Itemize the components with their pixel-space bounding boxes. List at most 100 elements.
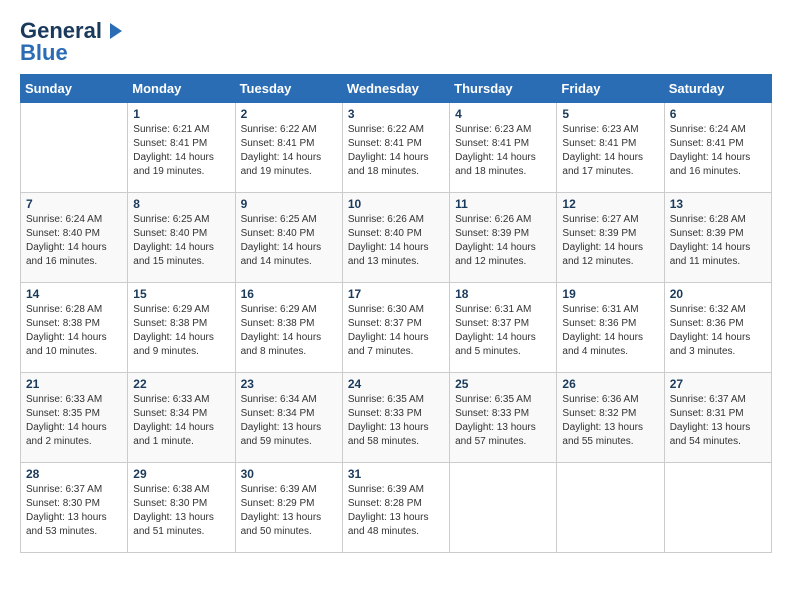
day-number: 30 <box>241 467 337 481</box>
cell-info: Sunrise: 6:35 AMSunset: 8:33 PMDaylight:… <box>455 393 551 449</box>
cell-info: Sunrise: 6:22 AMSunset: 8:41 PMDaylight:… <box>348 123 444 179</box>
cell-info: Sunrise: 6:22 AMSunset: 8:41 PMDaylight:… <box>241 123 337 179</box>
day-number: 23 <box>241 377 337 391</box>
logo-text-blue: Blue <box>20 42 68 64</box>
calendar-cell: 19Sunrise: 6:31 AMSunset: 8:36 PMDayligh… <box>557 283 664 373</box>
calendar-cell: 13 Sunrise: 6:28 AMSunset: 8:39 PMDayligh… <box>664 193 771 283</box>
day-number: 25 <box>455 377 551 391</box>
cell-info: Sunrise: 6:39 AMSunset: 8:28 PMDaylight:… <box>348 483 444 539</box>
column-header-friday: Friday <box>557 75 664 103</box>
cell-info: Sunrise: 6:29 AMSunset: 8:38 PMDaylight:… <box>133 303 229 359</box>
day-number: 26 <box>562 377 658 391</box>
cell-info: Sunrise: 6:26 AMSunset: 8:40 PMDaylight:… <box>348 213 444 269</box>
calendar-cell: 4 Sunrise: 6:23 AMSunset: 8:41 PMDaylight… <box>450 103 557 193</box>
calendar-cell: 31 Sunrise: 6:39 AMSunset: 8:28 PMDayligh… <box>342 463 449 553</box>
logo-triangle-icon <box>102 21 122 41</box>
page-header: General Blue <box>20 20 772 64</box>
day-number: 13 <box>670 197 766 211</box>
calendar-cell: 8 Sunrise: 6:25 AMSunset: 8:40 PMDaylight… <box>128 193 235 283</box>
cell-info: Sunrise: 6:37 AMSunset: 8:30 PMDaylight:… <box>26 483 122 539</box>
day-number: 24 <box>348 377 444 391</box>
calendar-cell: 18 Sunrise: 6:31 AMSunset: 8:37 PMDayligh… <box>450 283 557 373</box>
cell-info: Sunrise: 6:23 AMSunset: 8:41 PMDaylight:… <box>455 123 551 179</box>
calendar-cell: 12 Sunrise: 6:27 AMSunset: 8:39 PMDayligh… <box>557 193 664 283</box>
day-number: 29 <box>133 467 229 481</box>
calendar-cell: 15 Sunrise: 6:29 AMSunset: 8:38 PMDayligh… <box>128 283 235 373</box>
day-number: 10 <box>348 197 444 211</box>
cell-info: Sunrise: 6:25 AMSunset: 8:40 PMDaylight:… <box>241 213 337 269</box>
calendar-cell: 20 Sunrise: 6:32 AMSunset: 8:36 PMDayligh… <box>664 283 771 373</box>
cell-info: Sunrise: 6:31 AMSunset: 8:37 PMDaylight:… <box>455 303 551 359</box>
day-number: 18 <box>455 287 551 301</box>
day-number: 16 <box>241 287 337 301</box>
cell-info: Sunrise: 6:24 AMSunset: 8:40 PMDaylight:… <box>26 213 122 269</box>
day-number: 31 <box>348 467 444 481</box>
day-number: 27 <box>670 377 766 391</box>
cell-info: Sunrise: 6:36 AMSunset: 8:32 PMDaylight:… <box>562 393 658 449</box>
calendar-cell: 6 Sunrise: 6:24 AMSunset: 8:41 PMDaylight… <box>664 103 771 193</box>
calendar-cell: 21 Sunrise: 6:33 AMSunset: 8:35 PMDayligh… <box>21 373 128 463</box>
day-number: 22 <box>133 377 229 391</box>
day-number: 28 <box>26 467 122 481</box>
calendar-week-row: 7 Sunrise: 6:24 AMSunset: 8:40 PMDaylight… <box>21 193 772 283</box>
cell-info: Sunrise: 6:29 AMSunset: 8:38 PMDaylight:… <box>241 303 337 359</box>
calendar-cell: 22 Sunrise: 6:33 AMSunset: 8:34 PMDayligh… <box>128 373 235 463</box>
day-number: 3 <box>348 107 444 121</box>
cell-info: Sunrise: 6:33 AMSunset: 8:34 PMDaylight:… <box>133 393 229 449</box>
day-number: 1 <box>133 107 229 121</box>
cell-info: Sunrise: 6:32 AMSunset: 8:36 PMDaylight:… <box>670 303 766 359</box>
calendar-cell: 14Sunrise: 6:28 AMSunset: 8:38 PMDayligh… <box>21 283 128 373</box>
day-number: 21 <box>26 377 122 391</box>
calendar-cell: 3 Sunrise: 6:22 AMSunset: 8:41 PMDaylight… <box>342 103 449 193</box>
day-number: 17 <box>348 287 444 301</box>
column-header-thursday: Thursday <box>450 75 557 103</box>
cell-info: Sunrise: 6:23 AMSunset: 8:41 PMDaylight:… <box>562 123 658 179</box>
day-number: 7 <box>26 197 122 211</box>
calendar-cell: 25 Sunrise: 6:35 AMSunset: 8:33 PMDayligh… <box>450 373 557 463</box>
column-header-tuesday: Tuesday <box>235 75 342 103</box>
calendar-table: SundayMondayTuesdayWednesdayThursdayFrid… <box>20 74 772 553</box>
day-number: 12 <box>562 197 658 211</box>
calendar-cell: 27 Sunrise: 6:37 AMSunset: 8:31 PMDayligh… <box>664 373 771 463</box>
cell-info: Sunrise: 6:27 AMSunset: 8:39 PMDaylight:… <box>562 213 658 269</box>
calendar-cell: 2 Sunrise: 6:22 AMSunset: 8:41 PMDaylight… <box>235 103 342 193</box>
day-number: 15 <box>133 287 229 301</box>
cell-info: Sunrise: 6:34 AMSunset: 8:34 PMDaylight:… <box>241 393 337 449</box>
cell-info: Sunrise: 6:24 AMSunset: 8:41 PMDaylight:… <box>670 123 766 179</box>
calendar-week-row: 21 Sunrise: 6:33 AMSunset: 8:35 PMDayligh… <box>21 373 772 463</box>
cell-info: Sunrise: 6:25 AMSunset: 8:40 PMDaylight:… <box>133 213 229 269</box>
calendar-cell <box>21 103 128 193</box>
calendar-cell: 30 Sunrise: 6:39 AMSunset: 8:29 PMDayligh… <box>235 463 342 553</box>
calendar-cell: 9Sunrise: 6:25 AMSunset: 8:40 PMDaylight… <box>235 193 342 283</box>
calendar-cell: 11Sunrise: 6:26 AMSunset: 8:39 PMDayligh… <box>450 193 557 283</box>
calendar-week-row: 14Sunrise: 6:28 AMSunset: 8:38 PMDayligh… <box>21 283 772 373</box>
cell-info: Sunrise: 6:35 AMSunset: 8:33 PMDaylight:… <box>348 393 444 449</box>
calendar-cell <box>664 463 771 553</box>
day-number: 5 <box>562 107 658 121</box>
calendar-week-row: 1 Sunrise: 6:21 AMSunset: 8:41 PMDaylight… <box>21 103 772 193</box>
calendar-cell <box>557 463 664 553</box>
column-header-monday: Monday <box>128 75 235 103</box>
day-number: 14 <box>26 287 122 301</box>
cell-info: Sunrise: 6:37 AMSunset: 8:31 PMDaylight:… <box>670 393 766 449</box>
cell-info: Sunrise: 6:38 AMSunset: 8:30 PMDaylight:… <box>133 483 229 539</box>
calendar-cell: 28 Sunrise: 6:37 AMSunset: 8:30 PMDayligh… <box>21 463 128 553</box>
column-header-saturday: Saturday <box>664 75 771 103</box>
logo-text-general: General <box>20 20 102 42</box>
cell-info: Sunrise: 6:28 AMSunset: 8:39 PMDaylight:… <box>670 213 766 269</box>
cell-info: Sunrise: 6:33 AMSunset: 8:35 PMDaylight:… <box>26 393 122 449</box>
cell-info: Sunrise: 6:30 AMSunset: 8:37 PMDaylight:… <box>348 303 444 359</box>
logo: General Blue <box>20 20 122 64</box>
calendar-cell: 26 Sunrise: 6:36 AMSunset: 8:32 PMDayligh… <box>557 373 664 463</box>
calendar-cell <box>450 463 557 553</box>
calendar-cell: 29 Sunrise: 6:38 AMSunset: 8:30 PMDayligh… <box>128 463 235 553</box>
day-number: 8 <box>133 197 229 211</box>
day-number: 20 <box>670 287 766 301</box>
cell-info: Sunrise: 6:39 AMSunset: 8:29 PMDaylight:… <box>241 483 337 539</box>
cell-info: Sunrise: 6:21 AMSunset: 8:41 PMDaylight:… <box>133 123 229 179</box>
day-number: 2 <box>241 107 337 121</box>
calendar-cell: 17 Sunrise: 6:30 AMSunset: 8:37 PMDayligh… <box>342 283 449 373</box>
column-header-sunday: Sunday <box>21 75 128 103</box>
day-number: 6 <box>670 107 766 121</box>
day-number: 4 <box>455 107 551 121</box>
